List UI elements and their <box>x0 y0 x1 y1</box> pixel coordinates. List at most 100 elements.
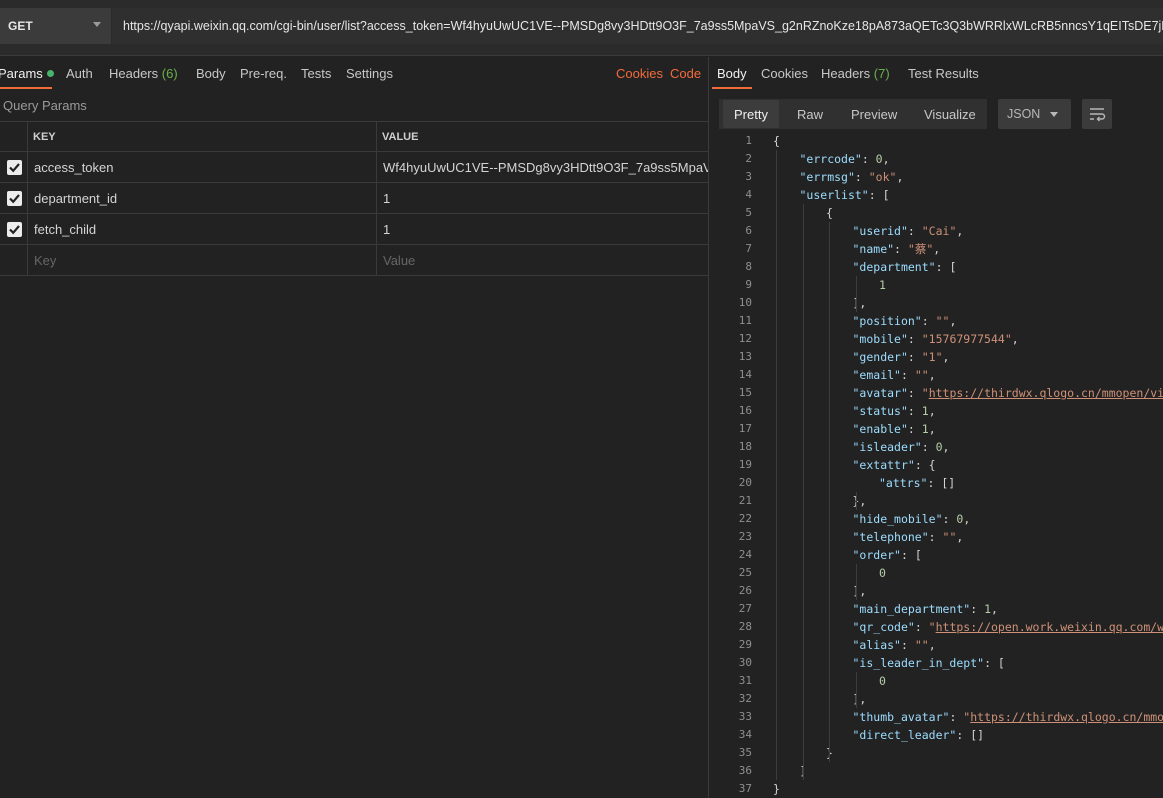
line-number: 9 <box>745 278 752 291</box>
query-params-title: Query Params <box>3 98 87 113</box>
tab-tests[interactable]: Tests <box>301 66 331 81</box>
code-text: "order": [ <box>852 548 922 562</box>
checkmark-icon <box>9 225 20 235</box>
code-line: 3 "errmsg": "ok", <box>709 168 1163 186</box>
code-line: 29 "alias": "", <box>709 636 1163 654</box>
line-number: 11 <box>738 314 752 327</box>
response-tab-cookies[interactable]: Cookies <box>761 66 808 81</box>
response-body-viewer[interactable]: 1{2 "errcode": 0, 3 "errmsg": "ok", 4 "userli… <box>709 135 1163 798</box>
indent-guide <box>802 204 804 780</box>
code-line: 8 "department": [ <box>709 258 1163 276</box>
line-number: 8 <box>745 260 752 273</box>
tab-auth[interactable]: Auth <box>66 66 93 81</box>
checkbox[interactable] <box>7 160 22 175</box>
code-text: 0 <box>879 566 886 580</box>
code-text: "hide_mobile": 0, <box>852 512 971 526</box>
cookies-link[interactable]: Cookies <box>616 66 663 81</box>
code-line: 26], <box>709 582 1163 600</box>
line-number: 25 <box>738 566 752 579</box>
tab-body[interactable]: Body <box>196 66 226 81</box>
tab-settings-label: Settings <box>346 66 393 81</box>
code-text: "enable": 1, <box>852 422 936 436</box>
param-value[interactable]: 1 <box>377 183 708 213</box>
chevron-down-icon <box>1050 112 1058 117</box>
view-preview-button[interactable]: Preview <box>851 107 897 122</box>
checkbox[interactable] <box>7 191 22 206</box>
code-text: "is_leader_in_dept": [ <box>852 656 1005 670</box>
view-raw-button[interactable]: Raw <box>797 107 823 122</box>
param-key[interactable]: department_id <box>28 183 377 213</box>
code-line: 21}, <box>709 492 1163 510</box>
response-tab-test-results[interactable]: Test Results <box>908 66 979 81</box>
code-line: 11 "position": "", <box>709 312 1163 330</box>
new-key-input[interactable]: Key <box>28 245 377 275</box>
line-number: 21 <box>738 494 752 507</box>
line-number: 33 <box>738 710 752 723</box>
tab-auth-label: Auth <box>66 66 93 81</box>
param-key[interactable]: fetch_child <box>28 214 377 244</box>
code-text: "main_department": 1, <box>852 602 998 616</box>
code-text: "userid": "Cai", <box>852 224 964 238</box>
tab-headers-label: Headers <box>109 66 159 81</box>
active-tab-indicator <box>0 87 52 89</box>
url-input[interactable]: https://qyapi.weixin.qq.com/cgi-bin/user… <box>112 8 1163 44</box>
header-check-cell <box>0 122 28 151</box>
param-value[interactable]: Wf4hyuUwUC1VE--PMSDg8vy3HDtt9O3F_7a9ss5M… <box>377 152 708 182</box>
tab-params[interactable]: Params <box>0 66 54 81</box>
code-line: 5{ <box>709 204 1163 222</box>
code-line: 37} <box>709 780 1163 798</box>
tab-settings[interactable]: Settings <box>346 66 393 81</box>
response-headers-count: (7) <box>873 66 890 81</box>
new-value-input[interactable]: Value <box>377 245 708 275</box>
code-link[interactable]: Code <box>670 66 701 81</box>
checkmark-icon <box>9 163 20 173</box>
param-key[interactable]: access_token <box>28 152 377 182</box>
column-header-key: KEY <box>28 122 377 151</box>
code-line: 33 "thumb_avatar": "https://thirdwx.qlogo… <box>709 708 1163 726</box>
code-line: 2 "errcode": 0, <box>709 150 1163 168</box>
column-header-value: VALUE <box>382 130 419 143</box>
format-label: JSON <box>1007 107 1041 121</box>
request-pane: Params Auth Headers (6) Body Pre-req. Te… <box>0 57 708 798</box>
response-tab-headers[interactable]: Headers (7) <box>821 66 890 81</box>
headers-count: (6) <box>161 66 178 81</box>
line-number: 10 <box>738 296 752 309</box>
view-visualize-button[interactable]: Visualize <box>924 107 976 122</box>
code-line: 32], <box>709 690 1163 708</box>
code-line: 20 "attrs": [] <box>709 474 1163 492</box>
code-line: 18 "isleader": 0, <box>709 438 1163 456</box>
line-number: 30 <box>738 656 752 669</box>
code-text: "isleader": 0, <box>852 440 950 454</box>
code-text: 1 <box>879 278 886 292</box>
wrap-lines-button[interactable] <box>1082 99 1112 129</box>
response-tab-body[interactable]: Body <box>717 66 747 81</box>
code-line: 7 "name": "蔡", <box>709 240 1163 258</box>
line-number: 31 <box>738 674 752 687</box>
indent-guide <box>855 564 857 600</box>
code-line: 13 "gender": "1", <box>709 348 1163 366</box>
line-number: 7 <box>745 242 752 255</box>
code-line: 36] <box>709 762 1163 780</box>
query-params-table: KEY VALUE access_token Wf4hyuUwUC1VE--PM… <box>0 121 708 276</box>
code-text: "attrs": [] <box>879 476 956 490</box>
tab-headers[interactable]: Headers (6) <box>109 66 178 81</box>
tab-params-label: Params <box>0 66 43 81</box>
checkbox[interactable] <box>7 222 22 237</box>
indent-guide <box>829 222 830 762</box>
code-text: "thumb_avatar": "https://thirdwx.qlogo.c… <box>852 710 1163 724</box>
line-number: 23 <box>738 530 752 543</box>
line-number: 3 <box>745 170 752 183</box>
method-select[interactable]: GET <box>0 8 112 44</box>
line-number: 36 <box>738 764 752 777</box>
code-line: 31 0 <box>709 672 1163 690</box>
tab-pre-request[interactable]: Pre-req. <box>240 66 287 81</box>
format-select[interactable]: JSON <box>998 99 1071 129</box>
code-text: "qr_code": "https://open.work.weixin.qq.… <box>852 620 1163 634</box>
indent-guide <box>855 672 857 708</box>
code-line: 1{ <box>709 135 1163 150</box>
code-text: "alias": "", <box>852 638 936 652</box>
view-pretty-button[interactable]: Pretty <box>734 107 768 122</box>
code-text: "position": "", <box>852 314 957 328</box>
param-value[interactable]: 1 <box>377 214 708 244</box>
code-line: 25 0 <box>709 564 1163 582</box>
